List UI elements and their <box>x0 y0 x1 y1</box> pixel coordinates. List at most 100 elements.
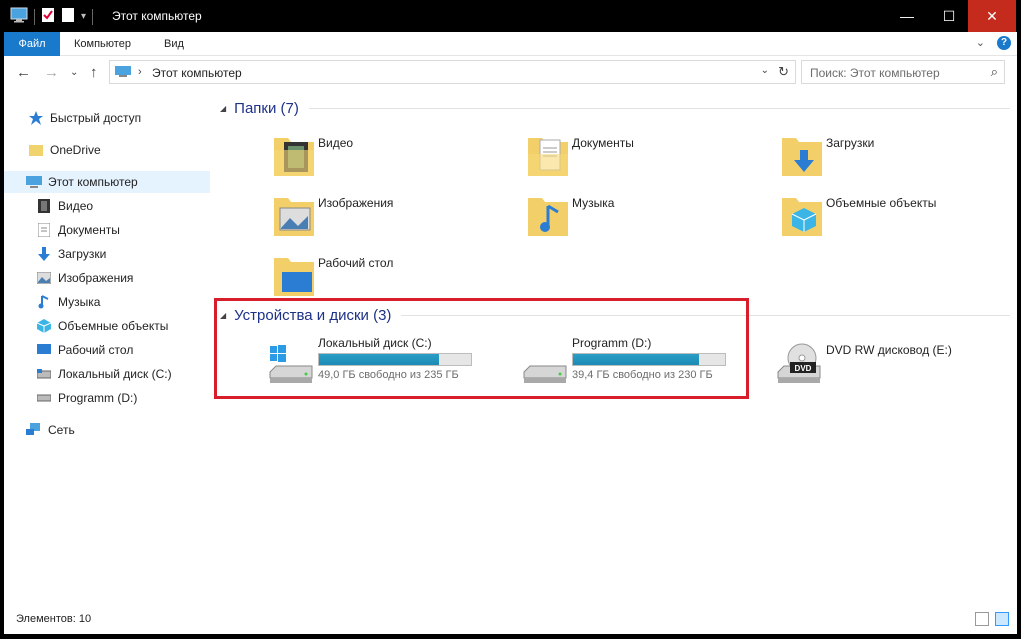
video-folder-icon <box>274 138 314 176</box>
sidebar-item-label: Этот компьютер <box>48 175 138 189</box>
sidebar-item-pictures[interactable]: Изображения <box>4 267 210 289</box>
sidebar-item-onedrive[interactable]: OneDrive <box>4 139 210 161</box>
dvd-drive-icon: DVD <box>777 343 821 383</box>
tab-view[interactable]: Вид <box>152 32 196 56</box>
folder-music[interactable]: Музыка <box>526 190 766 244</box>
address-dropdown-icon[interactable]: ⌄ <box>761 65 769 76</box>
expand-ribbon-icon[interactable]: ⌄ <box>976 36 985 50</box>
tiles-view-icon[interactable] <box>995 612 1009 626</box>
minimize-button[interactable]: — <box>884 0 930 32</box>
folder-label: Изображения <box>318 196 394 210</box>
help-icon[interactable]: ? <box>997 36 1011 50</box>
documents-folder-icon <box>528 138 568 176</box>
3d-objects-icon <box>36 318 52 334</box>
downloads-folder-icon <box>782 138 822 176</box>
toolbar-divider <box>34 8 35 25</box>
desktop-folder-icon <box>274 258 314 296</box>
folder-desktop[interactable]: Рабочий стол <box>272 250 512 304</box>
sidebar-item-label: Быстрый доступ <box>50 111 142 125</box>
computer-icon[interactable] <box>10 7 28 26</box>
folder-label: Документы <box>572 136 634 150</box>
drive-icon <box>36 390 52 406</box>
quick-access-toolbar: ▾ <box>10 7 94 26</box>
sidebar-item-label: Изображения <box>58 271 134 285</box>
network-icon <box>26 422 42 438</box>
sidebar-item-downloads[interactable]: Загрузки <box>4 243 210 265</box>
customize-toolbar-icon[interactable]: ▾ <box>81 11 86 22</box>
pictures-icon <box>36 270 52 286</box>
sidebar-item-network[interactable]: Сеть <box>4 419 210 441</box>
address-row: ← → ⌄ ↑ › Этот компьютер ⌄ ↻ Поиск: Этот… <box>4 56 1017 90</box>
title-bar: ▾ Этот компьютер — ☐ ✕ <box>0 0 1021 32</box>
sidebar-item-label: Музыка <box>58 295 101 309</box>
devices-highlight-box <box>214 298 749 399</box>
recent-locations-icon[interactable]: ⌄ <box>70 67 78 78</box>
sidebar-item-music[interactable]: Музыка <box>4 291 210 313</box>
sidebar-item-documents[interactable]: Документы <box>4 219 210 241</box>
computer-icon <box>26 174 42 190</box>
sidebar-item-label: OneDrive <box>50 143 101 157</box>
refresh-icon[interactable]: ↻ <box>778 64 789 80</box>
drive-label: DVD RW дисковод (E:) <box>826 343 952 357</box>
properties-icon[interactable] <box>41 7 55 26</box>
view-toggle <box>975 612 1009 626</box>
sidebar-item-3d-objects[interactable]: Объемные объекты <box>4 315 210 337</box>
search-box[interactable]: Поиск: Этот компьютер ⌕ <box>801 60 1005 84</box>
ribbon-tabs: Файл Компьютер Вид ⌄ ? <box>4 32 1017 56</box>
close-button[interactable]: ✕ <box>968 0 1016 32</box>
tab-computer[interactable]: Компьютер <box>62 32 143 56</box>
group-title: Папки (7) <box>234 100 299 117</box>
folder-pictures[interactable]: Изображения <box>272 190 512 244</box>
folder-label: Загрузки <box>826 136 875 150</box>
new-folder-icon[interactable] <box>61 7 75 26</box>
music-icon <box>36 294 52 310</box>
video-icon <box>36 198 52 214</box>
music-folder-icon <box>528 198 568 236</box>
folder-downloads[interactable]: Загрузки <box>780 130 1020 184</box>
sidebar-item-quick-access[interactable]: Быстрый доступ <box>4 107 210 129</box>
drive-dvd-e[interactable]: DVD DVD RW дисковод (E:) <box>776 336 1016 390</box>
search-icon[interactable]: ⌕ <box>991 64 998 80</box>
sidebar-item-this-pc[interactable]: Этот компьютер <box>4 171 210 193</box>
sidebar-item-label: Объемные объекты <box>58 319 169 333</box>
onedrive-folder-icon <box>28 142 44 158</box>
dvd-badge: DVD <box>795 364 812 373</box>
drive-icon <box>36 366 52 382</box>
details-view-icon[interactable] <box>975 612 989 626</box>
folder-label: Рабочий стол <box>318 256 394 270</box>
documents-icon <box>36 222 52 238</box>
folder-3d-objects[interactable]: Объемные объекты <box>780 190 1020 244</box>
collapse-triangle-icon[interactable]: ◢ <box>220 104 226 113</box>
breadcrumb-separator[interactable]: › <box>138 66 142 78</box>
back-arrow-icon[interactable]: ← <box>16 64 31 81</box>
sidebar-item-label: Документы <box>58 223 120 237</box>
sidebar-item-drive-c[interactable]: Локальный диск (C:) <box>4 363 210 385</box>
content-pane: ◢ Папки (7) Видео Документы Загрузки Изо… <box>210 90 1017 604</box>
downloads-icon <box>36 246 52 262</box>
ribbon-right-controls: ⌄ ? <box>976 36 1011 50</box>
address-bar[interactable]: › Этот компьютер ⌄ ↻ <box>109 60 796 84</box>
group-divider <box>308 108 1010 109</box>
maximize-button[interactable]: ☐ <box>926 0 972 32</box>
folder-label: Музыка <box>572 196 615 210</box>
3d-objects-folder-icon <box>782 198 822 236</box>
sidebar-item-drive-d[interactable]: Programm (D:) <box>4 387 210 409</box>
folder-label: Видео <box>318 136 354 150</box>
sidebar-item-desktop[interactable]: Рабочий стол <box>4 339 210 361</box>
folder-video[interactable]: Видео <box>272 130 512 184</box>
star-icon <box>28 110 44 126</box>
item-count: Элементов: 10 <box>16 613 92 625</box>
tab-file[interactable]: Файл <box>4 32 60 56</box>
up-arrow-icon[interactable]: ↑ <box>90 64 98 81</box>
group-header-folders[interactable]: ◢ Папки (7) <box>220 100 1010 117</box>
window-title: Этот компьютер <box>112 9 202 23</box>
search-input[interactable]: Поиск: Этот компьютер <box>810 66 940 80</box>
sidebar-item-label: Загрузки <box>58 247 107 261</box>
toolbar-divider <box>92 8 94 25</box>
folder-documents[interactable]: Документы <box>526 130 766 184</box>
forward-arrow-icon[interactable]: → <box>44 64 59 81</box>
sidebar-item-video[interactable]: Видео <box>4 195 210 217</box>
breadcrumb[interactable]: Этот компьютер <box>152 66 242 80</box>
computer-icon <box>114 65 132 82</box>
folder-label: Объемные объекты <box>826 196 937 210</box>
